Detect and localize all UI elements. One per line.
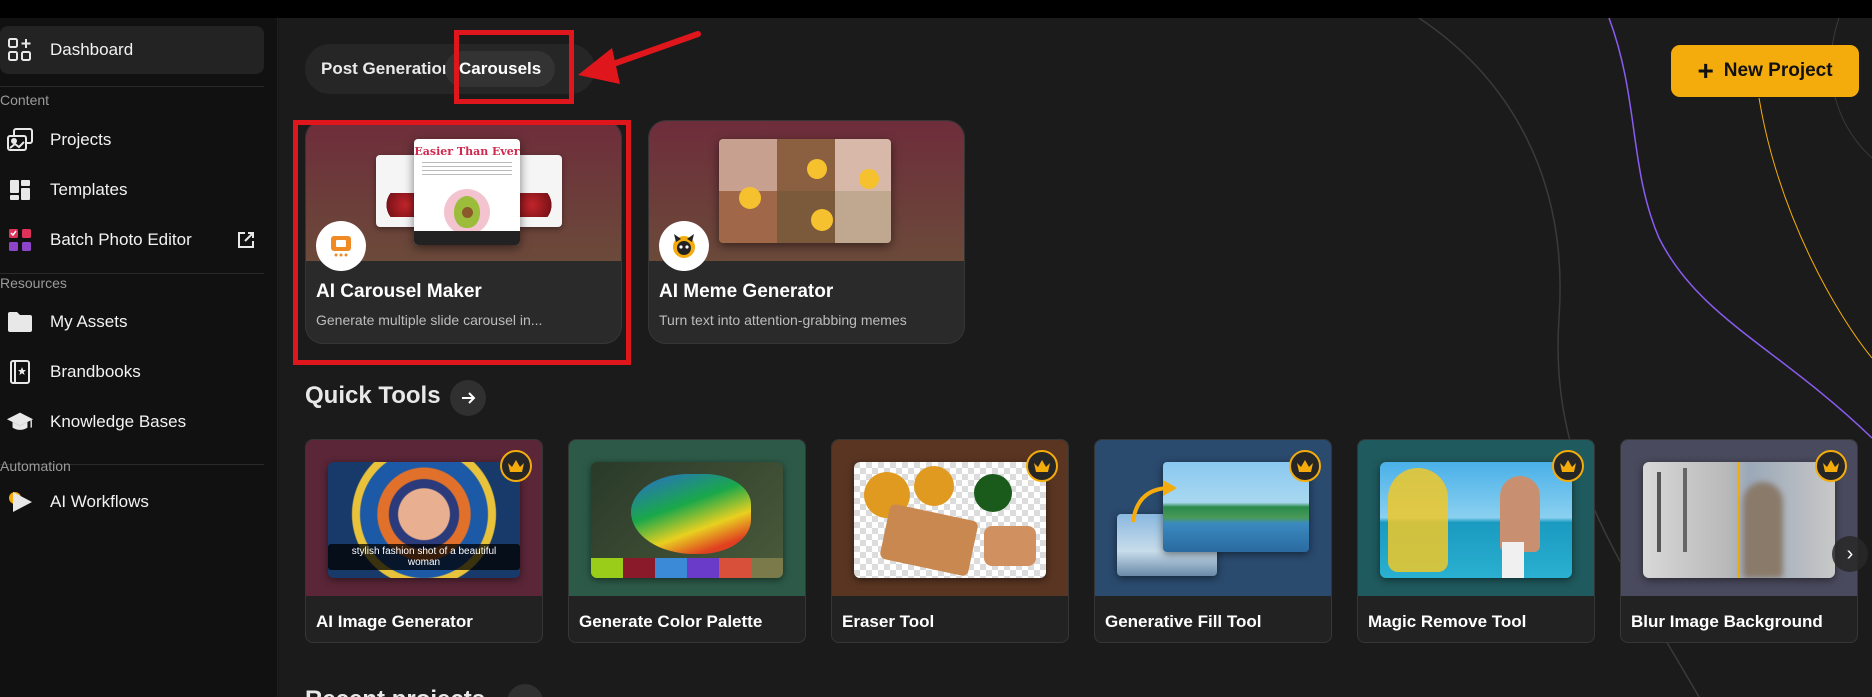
graduation-cap-icon <box>6 408 34 436</box>
color-palette-thumbnail <box>591 462 783 578</box>
sidebar-divider <box>0 273 264 274</box>
play-icon <box>6 488 34 516</box>
sidebar-item-brandbooks[interactable]: Brandbooks <box>0 348 264 396</box>
sidebar-item-label: Batch Photo Editor <box>50 230 192 249</box>
external-link-icon[interactable] <box>236 230 256 250</box>
main-content: Post Generation Carousels + New Project … <box>279 18 1872 697</box>
magic-remove-thumbnail <box>1380 462 1572 578</box>
tool-name: AI Image Generator <box>316 612 473 631</box>
sidebar-item-label: My Assets <box>50 312 128 331</box>
card-title: AI Meme Generator <box>659 281 834 302</box>
sidebar-item-dashboard[interactable]: Dashboard <box>0 26 264 74</box>
tab-post-generation[interactable]: Post Generation <box>307 51 466 87</box>
sidebar-item-label: Projects <box>50 130 112 149</box>
tool-ai-image-generator[interactable]: stylish fashion shot of a beautiful woma… <box>305 439 543 643</box>
sidebar-item-ai-workflows[interactable]: AI Workflows <box>0 478 264 526</box>
card-description: Turn text into attention-grabbing memes <box>659 312 907 328</box>
ai-meme-generator-card[interactable]: AI Meme Generator Turn text into attenti… <box>648 120 965 344</box>
arrow-right-icon <box>462 392 476 404</box>
sidebar-item-batch-photo-editor[interactable]: Batch Photo Editor <box>0 216 264 264</box>
tool-blur-image-background[interactable]: Blur Image Background <box>1620 439 1858 643</box>
ai-image-thumbnail: stylish fashion shot of a beautiful woma… <box>328 462 520 578</box>
templates-icon <box>6 176 34 204</box>
sidebar: Dashboard Content Projects Templates Bat… <box>0 18 278 697</box>
blur-background-thumbnail <box>1643 462 1835 578</box>
annotation-arrow-icon <box>578 31 701 84</box>
tool-generate-color-palette[interactable]: Generate Color Palette <box>568 439 806 643</box>
sidebar-item-label: Templates <box>50 180 128 199</box>
annotation-highlight-carousel-card <box>293 120 631 365</box>
sidebar-item-label: Dashboard <box>50 40 134 59</box>
projects-icon <box>6 126 34 154</box>
sidebar-item-label: Brandbooks <box>50 362 141 381</box>
sidebar-item-knowledge-bases[interactable]: Knowledge Bases <box>0 398 264 446</box>
crown-icon <box>1026 450 1058 482</box>
tool-name: Eraser Tool <box>842 612 935 631</box>
quick-tools-arrow-button[interactable] <box>450 380 486 416</box>
sidebar-divider <box>0 86 264 87</box>
meme-collage <box>719 139 891 243</box>
crown-icon <box>500 450 532 482</box>
sidebar-item-label: Knowledge Bases <box>50 412 187 431</box>
tool-name: Magic Remove Tool <box>1368 612 1527 631</box>
meme-generator-icon <box>659 221 709 271</box>
quick-tools-title: Quick Tools <box>305 382 441 409</box>
dashboard-add-icon <box>6 36 34 64</box>
recent-projects-arrow-button[interactable] <box>507 684 543 697</box>
brandbook-icon <box>6 358 34 386</box>
sidebar-item-my-assets[interactable]: My Assets <box>0 298 264 346</box>
sidebar-section-resources: Resources <box>0 275 67 291</box>
sidebar-item-projects[interactable]: Projects <box>0 116 264 164</box>
new-project-label: New Project <box>1723 60 1833 81</box>
sidebar-item-templates[interactable]: Templates <box>0 166 264 214</box>
sidebar-section-content: Content <box>0 92 50 108</box>
recent-projects-title: Recent projects <box>305 686 485 697</box>
sidebar-item-label: AI Workflows <box>50 492 149 511</box>
folder-icon <box>6 308 34 336</box>
top-bar <box>0 0 1872 18</box>
crown-icon <box>1289 450 1321 482</box>
eraser-thumbnail <box>854 462 1046 578</box>
chevron-right-icon[interactable]: › <box>1832 536 1868 572</box>
tool-name: Blur Image Background <box>1631 612 1823 631</box>
tool-magic-remove[interactable]: Magic Remove Tool <box>1357 439 1595 643</box>
new-project-button[interactable]: + New Project <box>1671 45 1859 97</box>
batch-editor-icon <box>6 226 34 254</box>
sidebar-section-automation: Automation <box>0 458 71 474</box>
tool-name: Generate Color Palette <box>579 612 763 631</box>
tool-generative-fill[interactable]: Generative Fill Tool <box>1094 439 1332 643</box>
curved-arrow-icon <box>1131 480 1177 523</box>
tool-eraser[interactable]: Eraser Tool <box>831 439 1069 643</box>
tool-name: Generative Fill Tool <box>1105 612 1262 631</box>
crown-icon <box>1552 450 1584 482</box>
annotation-highlight-carousels-tab <box>454 30 574 104</box>
crown-icon <box>1815 450 1847 482</box>
image-prompt-caption: stylish fashion shot of a beautiful woma… <box>328 544 520 570</box>
plus-icon: + <box>1697 55 1714 86</box>
